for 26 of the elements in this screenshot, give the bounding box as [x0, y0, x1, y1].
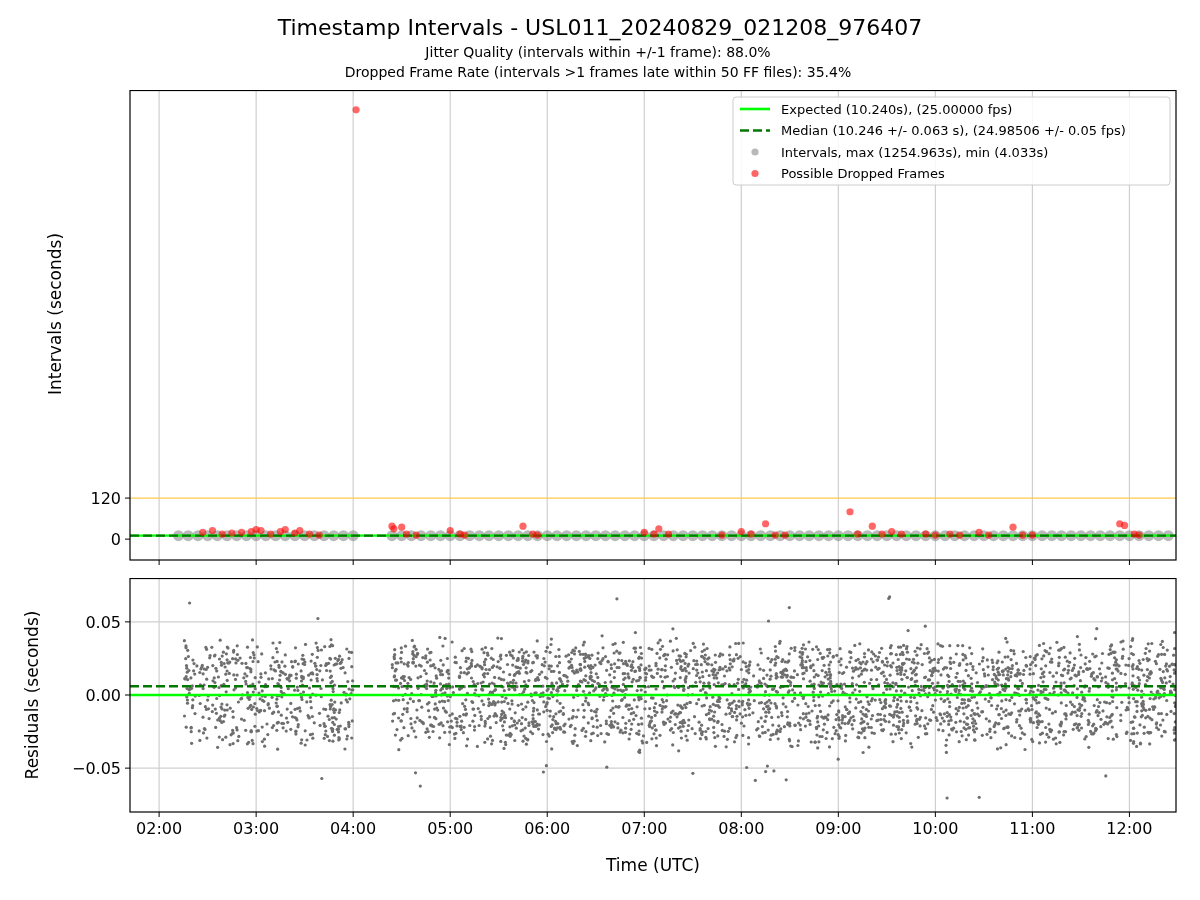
axis-title: Residuals (seconds) — [22, 610, 42, 780]
chart-subtitle: Dropped Frame Rate (intervals >1 frames late within 50 FF files): 35.4% — [344, 63, 852, 82]
legend-label: Possible Dropped Frames — [781, 166, 945, 181]
axis-tick-label: 0 — [110, 530, 121, 550]
axis-tick-label: 0.05 — [85, 612, 121, 632]
axis-tick-label: 06:00 — [524, 819, 571, 838]
axis-tick-label: 09:00 — [815, 819, 862, 838]
legend-label: Median (10.246 +/- 0.063 s), (24.98506 +/- 0.05 fps) — [781, 123, 1126, 138]
axis-tick-label: 10:00 — [912, 819, 959, 838]
chart-subtitle: Jitter Quality (intervals within +/-1 frame): 88.0% — [425, 43, 771, 62]
axis-title: Time (UTC) — [606, 855, 700, 875]
axis-tick-label: −0.05 — [71, 759, 121, 779]
axis-tick-label: 12:00 — [1106, 819, 1153, 838]
axis-tick-label: 03:00 — [233, 819, 280, 838]
axis-tick-label: 08:00 — [718, 819, 765, 838]
axis-tick-label: 0.00 — [85, 686, 121, 705]
axis-tick-label: 07:00 — [621, 819, 668, 838]
axis-tick-label: 04:00 — [330, 819, 377, 838]
axis-tick-label: 05:00 — [427, 819, 474, 838]
axis-tick-label: 02:00 — [136, 819, 183, 838]
chart-title: Timestamp Intervals - USL011_20240829_021208_976407 — [277, 14, 923, 42]
axis-tick-label: 11:00 — [1009, 819, 1056, 838]
legend-label: Expected (10.240s), (25.00000 fps) — [781, 101, 1013, 117]
legend-label: Intervals, max (1254.963s), min (4.033s) — [781, 144, 1049, 160]
axis-title: Intervals (seconds) — [45, 232, 65, 396]
axis-tick-label: 120 — [90, 489, 121, 509]
